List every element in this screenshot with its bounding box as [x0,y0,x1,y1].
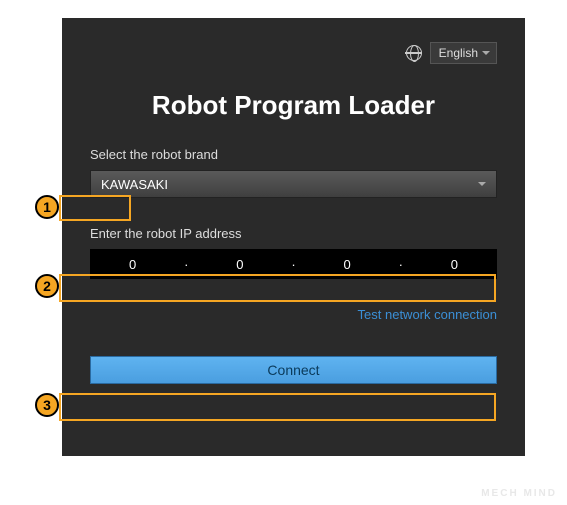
brand-value: KAWASAKI [101,177,168,192]
ip-octet-3[interactable]: 0 [306,250,389,278]
ip-label: Enter the robot IP address [90,226,497,241]
language-row: English [90,42,497,64]
chevron-down-icon [478,182,486,186]
language-value: English [439,46,478,60]
annotation-1: 1 [35,195,59,219]
loader-panel: English Robot Program Loader Select the … [62,18,525,456]
annotation-2: 2 [35,274,59,298]
language-select[interactable]: English [430,42,497,64]
test-connection-link[interactable]: Test network connection [90,307,497,322]
ip-input-row: 0 · 0 · 0 · 0 [90,249,497,279]
annotation-3: 3 [35,393,59,417]
brand-select[interactable]: KAWASAKI [90,170,497,198]
ip-octet-4[interactable]: 0 [413,250,496,278]
ip-octet-1[interactable]: 0 [91,250,174,278]
globe-icon [406,45,422,61]
ip-dot: · [389,250,413,278]
page-title: Robot Program Loader [90,90,497,121]
ip-dot: · [282,250,306,278]
ip-dot: · [174,250,198,278]
chevron-down-icon [482,51,490,55]
watermark: MECH MIND [481,488,557,499]
brand-label: Select the robot brand [90,147,497,162]
ip-octet-2[interactable]: 0 [198,250,281,278]
connect-button[interactable]: Connect [90,356,497,384]
